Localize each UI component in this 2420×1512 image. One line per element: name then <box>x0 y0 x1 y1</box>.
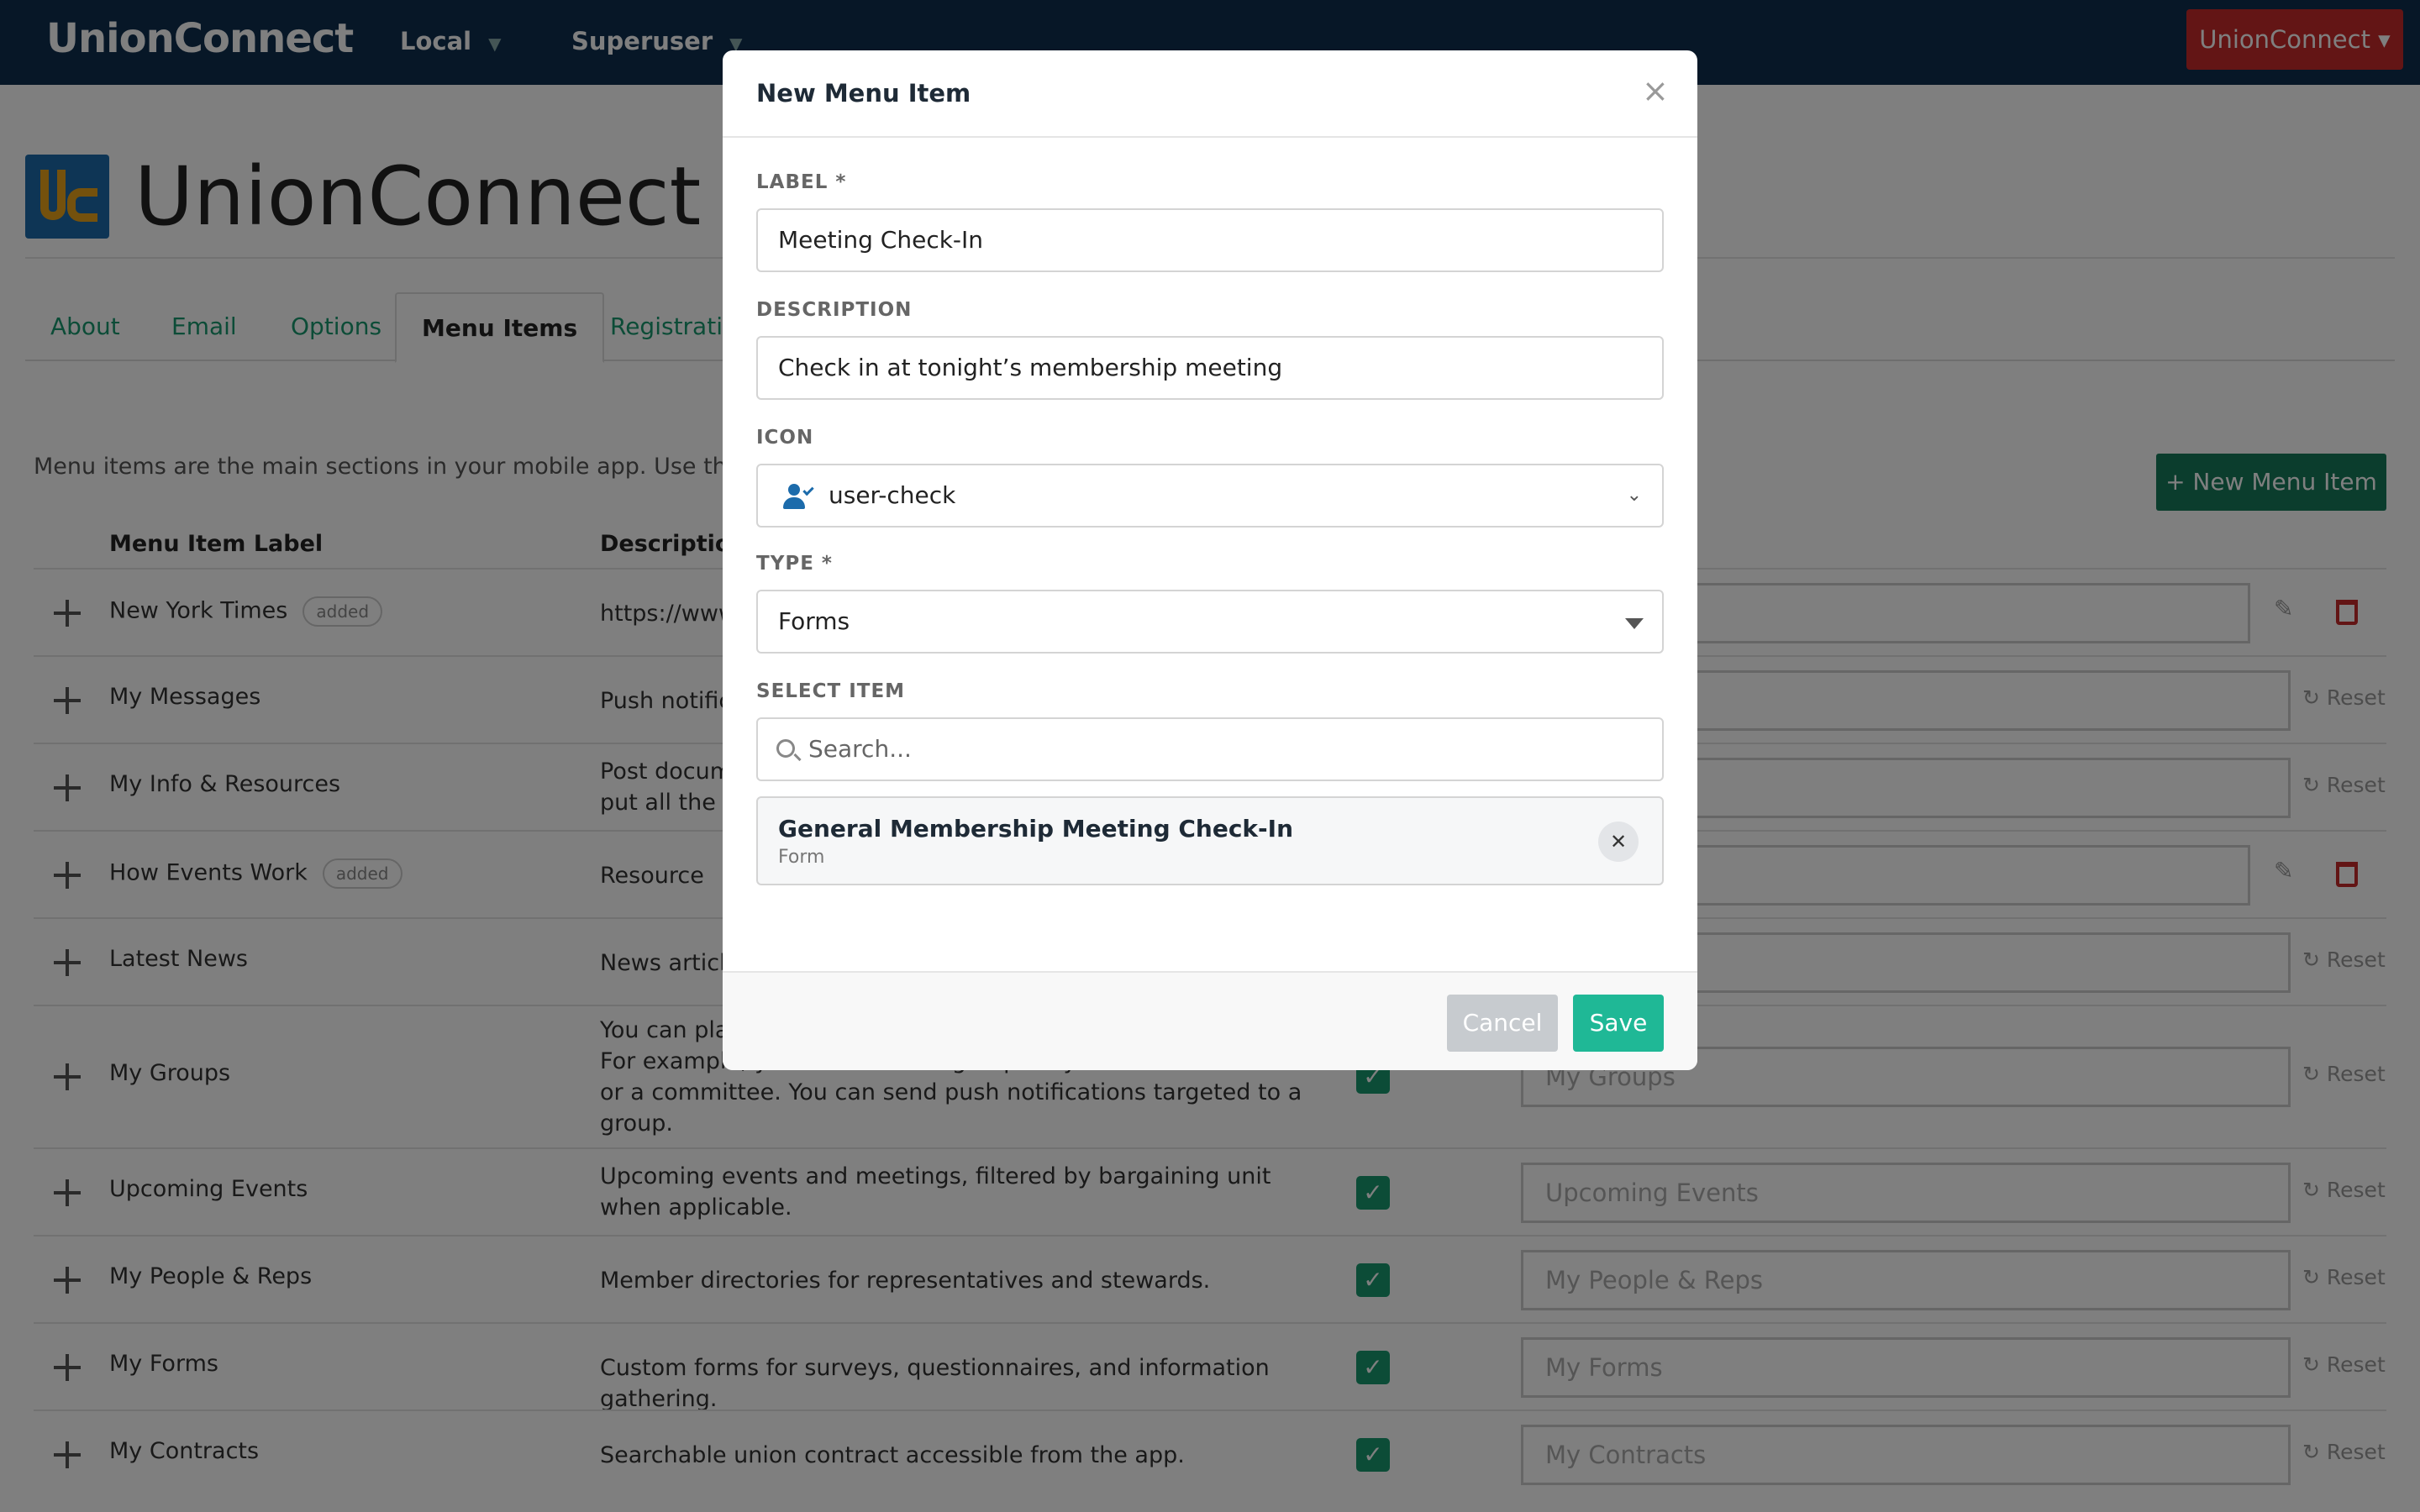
chevron-down-icon: ⌄ <box>1626 485 1642 506</box>
cancel-button[interactable]: Cancel <box>1447 995 1558 1052</box>
type-field-label: TYPE * <box>756 553 833 575</box>
search-icon <box>776 739 795 758</box>
selected-item-card: General Membership Meeting Check-In Form… <box>756 796 1664 885</box>
icon-field-label: ICON <box>756 427 814 449</box>
icon-select-value: user-check <box>829 481 956 509</box>
new-menu-item-modal: New Menu Item × LABEL * Meeting Check-In… <box>723 50 1697 1070</box>
caret-down-icon <box>1625 618 1644 629</box>
remove-item-icon[interactable]: ✕ <box>1598 822 1639 862</box>
modal-divider <box>723 136 1697 138</box>
selected-item-name: General Membership Meeting Check-In <box>778 815 1294 843</box>
label-input[interactable]: Meeting Check-In <box>756 208 1664 272</box>
search-placeholder: Search... <box>808 735 912 763</box>
description-field-label: DESCRIPTION <box>756 299 913 321</box>
type-select[interactable]: Forms <box>756 590 1664 654</box>
type-select-value: Forms <box>778 607 850 635</box>
description-input[interactable]: Check in at tonight’s membership meeting <box>756 336 1664 400</box>
modal-footer: Cancel Save <box>723 971 1697 1070</box>
select-item-field-label: SELECT ITEM <box>756 680 906 702</box>
label-field-label: LABEL * <box>756 171 847 193</box>
selected-item-type: Form <box>778 847 825 868</box>
search-input[interactable]: Search... <box>756 717 1664 781</box>
close-icon[interactable]: × <box>1642 72 1669 109</box>
icon-select[interactable]: user-check ⌄ <box>756 464 1664 528</box>
save-button[interactable]: Save <box>1573 995 1664 1052</box>
modal-title: New Menu Item <box>756 79 971 108</box>
user-check-icon <box>783 484 814 511</box>
